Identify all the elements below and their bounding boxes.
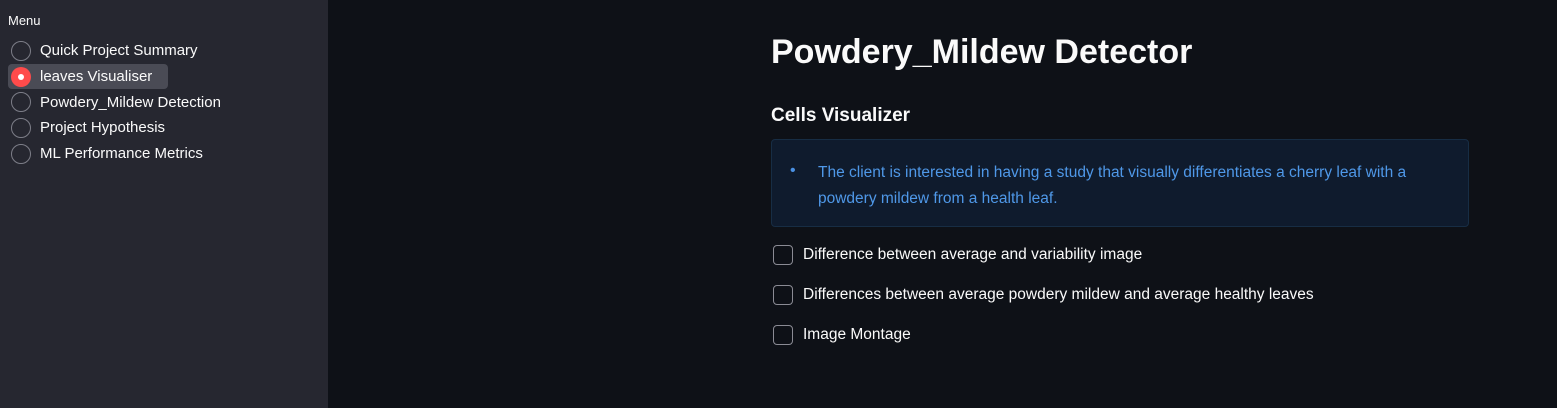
menu-item-label: Project Hypothesis [40,119,166,137]
checkbox-label: Image Montage [803,326,911,343]
menu-item-label: leaves Visualiser [40,68,153,86]
radio-unselected-icon[interactable] [11,143,31,164]
checkbox-label: Differences between average powdery mild… [803,286,1314,303]
app-root: Menu Quick Project Summary leaves Visual… [0,0,1557,408]
info-alert: • The client is interested in having a s… [771,139,1469,227]
checkbox-icon[interactable] [773,245,793,265]
checkbox-difference-average-variability[interactable]: Difference between average and variabili… [771,243,1142,267]
checkbox-differences-mildew-healthy[interactable]: Differences between average powdery mild… [771,283,1314,307]
menu-item-project-hypothesis[interactable]: Project Hypothesis [8,115,229,141]
sidebar: Menu Quick Project Summary leaves Visual… [0,0,328,408]
menu-item-powdery-mildew-detection[interactable]: Powdery_Mildew Detection [8,89,229,115]
checkbox-image-montage[interactable]: Image Montage [771,323,911,347]
checkbox-icon[interactable] [773,325,793,345]
menu-item-ml-performance-metrics[interactable]: ML Performance Metrics [8,141,229,167]
page-title: Powdery_Mildew Detector [771,33,1193,71]
checkbox-icon[interactable] [773,285,793,305]
radio-unselected-icon[interactable] [11,92,31,113]
menu-item-label: ML Performance Metrics [40,145,203,163]
info-text: The client is interested in having a stu… [818,164,1407,207]
menu-item-label: Powdery_Mildew Detection [40,93,221,111]
radio-unselected-icon[interactable] [11,118,31,139]
menu-item-quick-project-summary[interactable]: Quick Project Summary [8,38,229,64]
section-subheader: Cells Visualizer [771,105,911,126]
menu-title: Menu [8,13,41,28]
menu-item-leaves-visualiser[interactable]: leaves Visualiser [8,63,168,90]
menu-item-label: Quick Project Summary [40,42,198,60]
radio-unselected-icon[interactable] [11,41,31,61]
radio-selected-icon[interactable] [11,66,31,87]
checkbox-label: Difference between average and variabili… [803,246,1143,263]
bullet-icon: • [790,162,796,179]
menu-radio-group: Quick Project Summary leaves Visualiser … [8,38,229,166]
